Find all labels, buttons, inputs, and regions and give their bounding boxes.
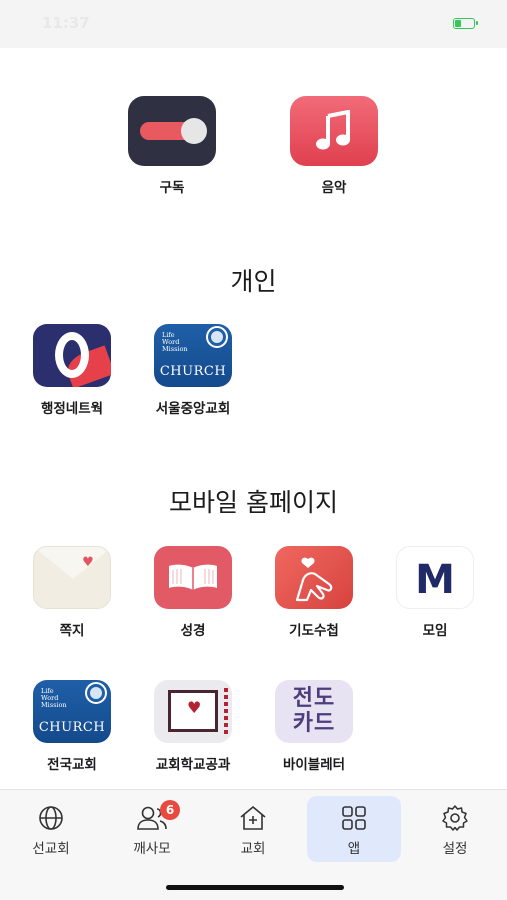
battery-icon — [453, 18, 478, 29]
app-label: 행정네트웍 — [40, 401, 104, 417]
globe-icon — [87, 684, 105, 702]
envelope-icon: ♥ — [33, 546, 111, 609]
app-label: 성경 — [180, 623, 206, 639]
status-bar: 11:37 — [0, 0, 507, 48]
app-label: 바이블레터 — [282, 757, 346, 773]
m-logo-icon: M — [396, 546, 474, 609]
app-moim[interactable]: M 모임 — [380, 546, 490, 639]
praying-hands-icon — [275, 546, 353, 609]
home-indicator — [166, 885, 344, 890]
app-church-school-lesson[interactable]: ♥ 교회학교공과 — [138, 680, 248, 773]
tab-label: 설정 — [442, 841, 468, 857]
tile-word: CHURCH — [38, 720, 106, 735]
tab-label: 깨사모 — [133, 841, 171, 857]
tab-mission[interactable]: 선교회 — [4, 796, 98, 862]
tile-line: Mission — [162, 345, 188, 353]
app-national-church[interactable]: Life Word Mission CHURCH 전국교회 — [17, 680, 127, 773]
app-label: 쪽지 — [59, 623, 85, 639]
app-bible[interactable]: 성경 — [138, 546, 248, 639]
app-label: 전국교회 — [47, 757, 97, 773]
app-subscription[interactable]: 구독 — [117, 96, 227, 196]
app-admin-network[interactable]: 행정네트웍 — [17, 324, 127, 417]
tile-text: M — [415, 557, 455, 603]
app-music[interactable]: 음악 — [279, 96, 389, 196]
church-logo-icon: Life Word Mission CHURCH — [33, 680, 111, 743]
tile-text-line: 카드 — [292, 711, 336, 736]
tab-apps[interactable]: 앱 — [307, 796, 401, 862]
tab-label: 교회 — [240, 841, 266, 857]
status-time: 11:37 — [42, 14, 90, 32]
open-book-icon — [154, 546, 232, 609]
church-logo-icon: Life Word Mission CHURCH — [154, 324, 232, 387]
tab-kkaesamo[interactable]: 6 깨사모 — [105, 796, 199, 862]
app-label: 모임 — [422, 623, 448, 639]
section-title-mobile-homepage: 모바일 홈페이지 — [169, 488, 338, 517]
section-title-personal: 개인 — [230, 267, 277, 296]
app-prayer-notes[interactable]: 기도수첩 — [259, 546, 369, 639]
globe-icon — [39, 806, 63, 830]
app-bible-letter[interactable]: 전도 카드 바이블레터 — [259, 680, 369, 773]
tab-label: 앱 — [347, 841, 361, 857]
gear-icon — [442, 805, 468, 831]
tile-word: CHURCH — [159, 364, 227, 379]
app-label: 서울중앙교회 — [155, 401, 231, 417]
app-seoul-church[interactable]: Life Word Mission CHURCH 서울중앙교회 — [138, 324, 248, 417]
evangelism-card-icon: 전도 카드 — [275, 680, 353, 743]
church-house-icon — [240, 805, 266, 830]
app-label: 음악 — [321, 180, 347, 196]
tile-line: Mission — [41, 701, 67, 709]
grid-icon — [342, 806, 366, 830]
battery-level — [455, 20, 461, 27]
book-heart-icon: ♥ — [154, 680, 232, 743]
tab-label: 선교회 — [32, 841, 70, 857]
app-memo[interactable]: ♥ 쪽지 — [17, 546, 127, 639]
tab-settings[interactable]: 설정 — [408, 796, 502, 862]
app-label: 교회학교공과 — [155, 757, 231, 773]
tile-text-line: 전도 — [292, 686, 336, 711]
tab-bar: 선교회 6 깨사모 교회 앱 설정 — [0, 789, 507, 900]
admin-network-logo-icon — [33, 324, 111, 387]
app-label: 구독 — [159, 180, 185, 196]
notification-badge: 6 — [160, 800, 180, 820]
app-label: 기도수첩 — [289, 623, 339, 639]
globe-icon — [208, 328, 226, 346]
toggle-switch-icon — [128, 96, 216, 166]
tab-church[interactable]: 교회 — [206, 796, 300, 862]
music-note-icon — [290, 96, 378, 166]
